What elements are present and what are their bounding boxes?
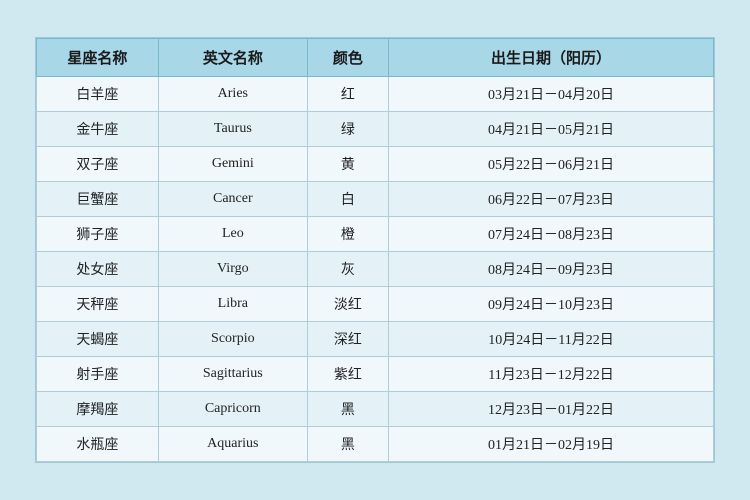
cell-date: 04月21日－05月21日 — [389, 112, 714, 147]
table-row: 处女座Virgo灰08月24日－09月23日 — [37, 252, 714, 287]
cell-date: 08月24日－09月23日 — [389, 252, 714, 287]
cell-chinese: 金牛座 — [37, 112, 159, 147]
cell-english: Aquarius — [158, 427, 307, 462]
zodiac-table-container: 星座名称 英文名称 颜色 出生日期（阳历） 白羊座Aries红03月21日－04… — [35, 37, 715, 463]
cell-color: 淡红 — [307, 287, 388, 322]
cell-chinese: 巨蟹座 — [37, 182, 159, 217]
header-chinese: 星座名称 — [37, 39, 159, 77]
table-body: 白羊座Aries红03月21日－04月20日金牛座Taurus绿04月21日－0… — [37, 77, 714, 462]
table-header-row: 星座名称 英文名称 颜色 出生日期（阳历） — [37, 39, 714, 77]
cell-date: 09月24日－10月23日 — [389, 287, 714, 322]
cell-color: 橙 — [307, 217, 388, 252]
cell-english: Virgo — [158, 252, 307, 287]
cell-english: Capricorn — [158, 392, 307, 427]
cell-english: Scorpio — [158, 322, 307, 357]
table-row: 金牛座Taurus绿04月21日－05月21日 — [37, 112, 714, 147]
table-row: 双子座Gemini黄05月22日－06月21日 — [37, 147, 714, 182]
header-date: 出生日期（阳历） — [389, 39, 714, 77]
cell-chinese: 天蝎座 — [37, 322, 159, 357]
header-english: 英文名称 — [158, 39, 307, 77]
table-row: 狮子座Leo橙07月24日－08月23日 — [37, 217, 714, 252]
cell-english: Libra — [158, 287, 307, 322]
cell-chinese: 射手座 — [37, 357, 159, 392]
table-row: 白羊座Aries红03月21日－04月20日 — [37, 77, 714, 112]
table-row: 天秤座Libra淡红09月24日－10月23日 — [37, 287, 714, 322]
table-row: 摩羯座Capricorn黑12月23日－01月22日 — [37, 392, 714, 427]
cell-chinese: 摩羯座 — [37, 392, 159, 427]
table-row: 巨蟹座Cancer白06月22日－07月23日 — [37, 182, 714, 217]
cell-date: 01月21日－02月19日 — [389, 427, 714, 462]
cell-date: 07月24日－08月23日 — [389, 217, 714, 252]
cell-date: 03月21日－04月20日 — [389, 77, 714, 112]
cell-date: 11月23日－12月22日 — [389, 357, 714, 392]
cell-chinese: 水瓶座 — [37, 427, 159, 462]
cell-chinese: 白羊座 — [37, 77, 159, 112]
cell-english: Sagittarius — [158, 357, 307, 392]
table-row: 天蝎座Scorpio深红10月24日－11月22日 — [37, 322, 714, 357]
cell-chinese: 狮子座 — [37, 217, 159, 252]
cell-english: Gemini — [158, 147, 307, 182]
cell-english: Aries — [158, 77, 307, 112]
cell-date: 12月23日－01月22日 — [389, 392, 714, 427]
cell-color: 白 — [307, 182, 388, 217]
cell-color: 灰 — [307, 252, 388, 287]
cell-chinese: 天秤座 — [37, 287, 159, 322]
cell-date: 05月22日－06月21日 — [389, 147, 714, 182]
cell-english: Cancer — [158, 182, 307, 217]
cell-color: 深红 — [307, 322, 388, 357]
cell-color: 紫红 — [307, 357, 388, 392]
cell-chinese: 处女座 — [37, 252, 159, 287]
header-color: 颜色 — [307, 39, 388, 77]
cell-english: Leo — [158, 217, 307, 252]
cell-chinese: 双子座 — [37, 147, 159, 182]
table-row: 水瓶座Aquarius黑01月21日－02月19日 — [37, 427, 714, 462]
cell-color: 绿 — [307, 112, 388, 147]
cell-color: 红 — [307, 77, 388, 112]
cell-color: 黄 — [307, 147, 388, 182]
table-row: 射手座Sagittarius紫红11月23日－12月22日 — [37, 357, 714, 392]
zodiac-table: 星座名称 英文名称 颜色 出生日期（阳历） 白羊座Aries红03月21日－04… — [36, 38, 714, 462]
cell-date: 10月24日－11月22日 — [389, 322, 714, 357]
cell-english: Taurus — [158, 112, 307, 147]
cell-color: 黑 — [307, 427, 388, 462]
cell-color: 黑 — [307, 392, 388, 427]
cell-date: 06月22日－07月23日 — [389, 182, 714, 217]
